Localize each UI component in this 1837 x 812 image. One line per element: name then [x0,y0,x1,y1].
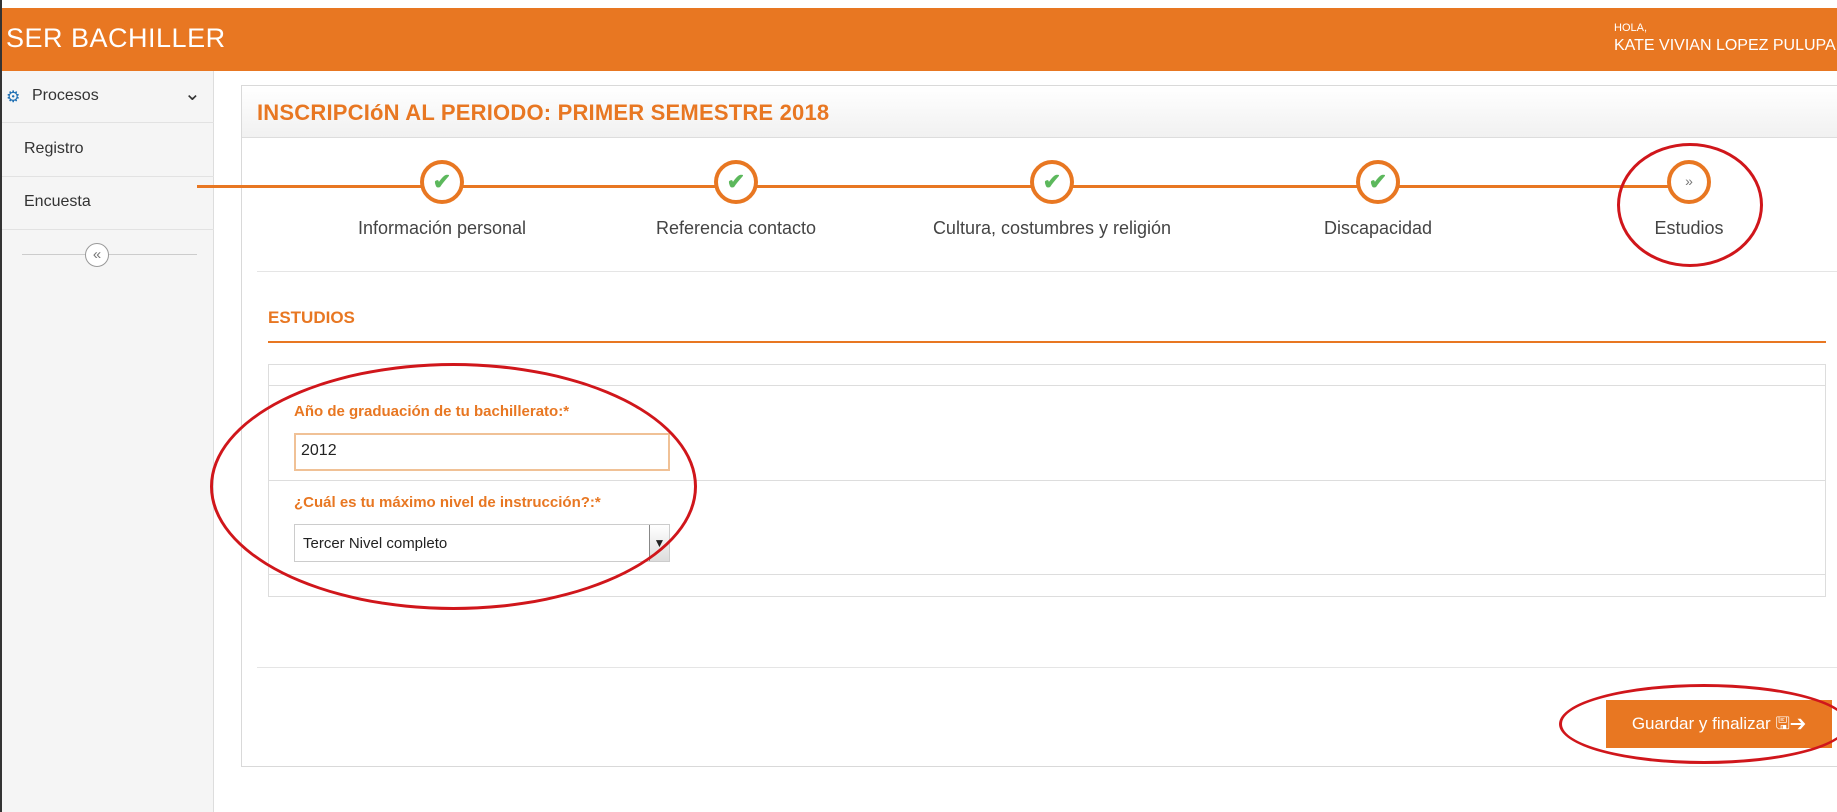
sidebar-item-label: Registro [24,140,84,157]
double-chevron-right-icon: » [1685,173,1693,189]
sidebar: ⚙ Procesos ⌄ Registro Encuesta « [2,71,214,812]
divider [257,667,1837,668]
top-bar: SER BACHILLER HOLA, KATE VIVIAN LOPEZ PU… [2,8,1837,71]
education-level-label: ¿Cuál es tu máximo nivel de instrucción?… [294,494,601,511]
page-title: INSCRIPCIóN AL PERIODO: PRIMER SEMESTRE … [257,100,830,125]
greeting-text: HOLA, [1614,22,1648,34]
graduation-year-label: Año de graduación de tu bachillerato:* [294,403,570,420]
check-icon: ✔ [726,169,746,194]
sidebar-item-procesos[interactable]: ⚙ Procesos ⌄ [2,71,214,123]
check-icon: ✔ [432,169,452,194]
step-current-marker: » [1667,160,1711,204]
sidebar-divider [22,254,197,255]
brand-title: SER BACHILLER [6,23,226,53]
save-button-label: Guardar y finalizar [1631,714,1771,733]
section-rule [268,341,1826,343]
sidebar-item-encuesta[interactable]: Encuesta [2,177,214,230]
panel-header: INSCRIPCIóN AL PERIODO: PRIMER SEMESTRE … [242,86,1837,138]
divider [257,271,1837,272]
user-menu[interactable]: HOLA, KATE VIVIAN LOPEZ PULUPA [1614,22,1836,56]
step-label: Información personal [357,218,527,238]
step-done-marker: ✔ [420,160,464,204]
chevron-down-icon: ⌄ [184,83,201,105]
check-icon: ✔ [1042,169,1062,194]
divider [269,385,1825,386]
step-done-marker: ✔ [1356,160,1400,204]
save-and-finish-button[interactable]: Guardar y finalizar 🖫➔ [1606,700,1832,748]
step-label: Discapacidad [1323,218,1433,238]
studies-form: Año de graduación de tu bachillerato:* 2… [268,364,1826,597]
sidebar-item-label: Encuesta [24,193,91,210]
step-done-marker: ✔ [714,160,758,204]
save-icon: 🖫➔ [1775,714,1807,733]
step-done-marker: ✔ [1030,160,1074,204]
divider [269,574,1825,575]
dropdown-arrow-icon[interactable]: ▼ [649,525,669,561]
check-icon: ✔ [1368,169,1388,194]
graduation-year-input[interactable]: 2012 [294,433,670,471]
sidebar-item-registro[interactable]: Registro [2,124,214,177]
collapse-sidebar-button[interactable]: « [85,243,109,267]
user-name: KATE VIVIAN LOPEZ PULUPA [1614,36,1836,54]
step-label: Cultura, costumbres y religión [932,218,1172,238]
education-level-value: Tercer Nivel completo [303,535,448,552]
divider [269,480,1825,481]
education-level-select[interactable]: Tercer Nivel completo ▼ [294,524,670,562]
gear-icon: ⚙ [6,89,21,106]
page: SER BACHILLER HOLA, KATE VIVIAN LOPEZ PU… [0,0,1837,812]
section-title: ESTUDIOS [268,308,355,327]
step-label: Estudios [1654,218,1724,238]
step-label: Referencia contacto [655,218,817,238]
sidebar-item-label: Procesos [32,87,99,104]
